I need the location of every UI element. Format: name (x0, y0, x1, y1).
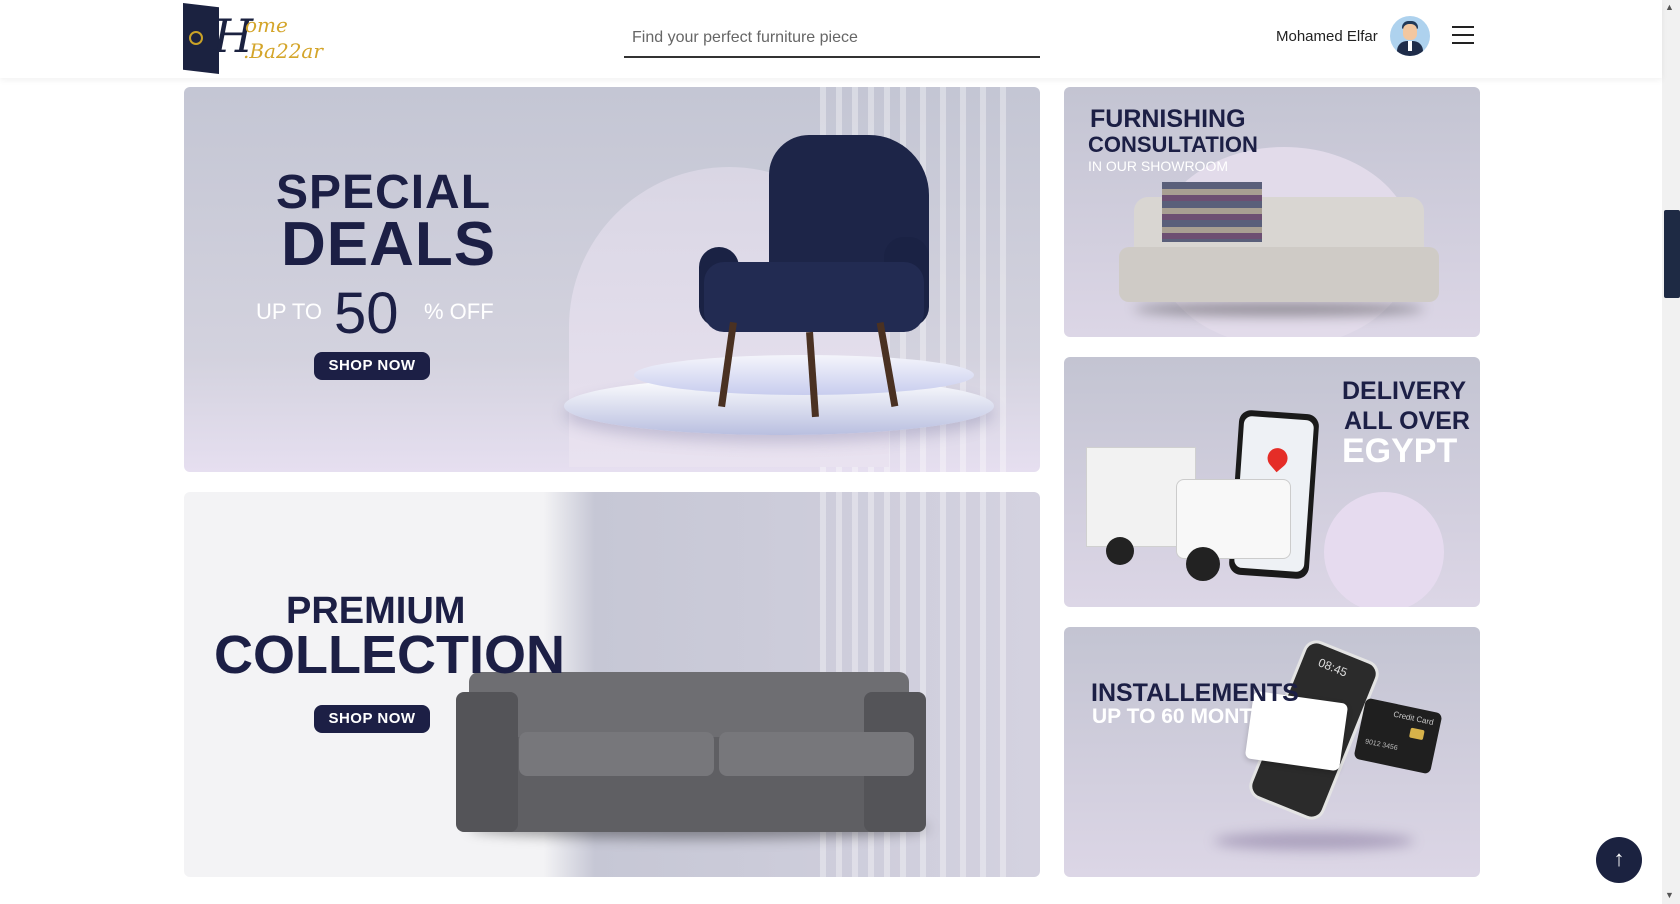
truck-wheel (1106, 537, 1134, 565)
avatar-head (1403, 24, 1417, 40)
credit-card: Credit Card 9012 3456 (1353, 697, 1443, 775)
delivery-title: DELIVERY (1342, 377, 1467, 405)
door-knob-icon (189, 31, 203, 45)
egypt-title: EGYPT (1342, 432, 1458, 470)
sofa-cushion (719, 732, 914, 776)
premium-shop-now-button[interactable]: SHOP NOW (314, 705, 430, 733)
phone-shadow (1214, 832, 1414, 850)
page-scrollbar[interactable]: ▲ ▼ (1662, 0, 1680, 904)
special-shop-now-button[interactable]: SHOP NOW (314, 352, 430, 380)
credit-card-label: Credit Card (1392, 709, 1435, 727)
phone-time: 08:45 (1316, 655, 1350, 680)
site-logo[interactable]: H ome .Ba22ar (183, 3, 333, 75)
special-deals-banner[interactable]: SPECIAL DEALS UP TO 50 % OFF SHOP NOW (184, 87, 1040, 472)
furnishing-consultation-banner[interactable]: FURNISHING CONSULTATION IN OUR SHOWROOM (1064, 87, 1480, 337)
furnishing-title: FURNISHING (1090, 105, 1246, 133)
avatar-tie (1408, 41, 1412, 51)
background-circle (1324, 492, 1444, 607)
discount-number: 50 (334, 281, 399, 346)
avatar[interactable] (1390, 16, 1430, 56)
installments-title: INSTALLEMENTS (1091, 679, 1299, 707)
pedestal-upper (634, 355, 974, 395)
hamburger-menu-icon[interactable] (1452, 26, 1474, 46)
arrow-up-icon: ↑ (1613, 846, 1625, 871)
percent-off-label: % OFF (424, 299, 494, 324)
installments-subtitle: UP TO 60 MONTHS (1092, 705, 1282, 728)
installments-banner[interactable]: 08:45 Credit Card 9012 3456 INSTALLEMENT… (1064, 627, 1480, 877)
sofa-shadow (1134, 302, 1424, 316)
scroll-to-top-button[interactable]: ↑ (1596, 837, 1642, 883)
scrollbar-thumb[interactable] (1664, 210, 1680, 298)
credit-card-number: 9012 3456 (1364, 738, 1399, 753)
light-sofa-base (1119, 247, 1439, 302)
site-header: H ome .Ba22ar Mohamed Elfar (0, 0, 1662, 78)
user-name[interactable]: Mohamed Elfar (1276, 28, 1378, 45)
consultation-title: CONSULTATION (1088, 132, 1258, 157)
deals-title: DEALS (281, 210, 497, 279)
sofa-cushion (519, 732, 714, 776)
scroll-up-arrow-icon[interactable]: ▲ (1665, 2, 1674, 12)
sofa-arm (456, 692, 518, 832)
logo-bazzar-text: .Ba22ar (243, 39, 323, 63)
collection-title: COLLECTION (214, 625, 565, 685)
showroom-subtitle: IN OUR SHOWROOM (1088, 158, 1228, 174)
scroll-down-arrow-icon[interactable]: ▼ (1665, 890, 1674, 900)
fabric-swatches (1162, 182, 1262, 242)
truck-cab (1176, 479, 1291, 559)
delivery-banner[interactable]: DELIVERY ALL OVER EGYPT (1064, 357, 1480, 607)
premium-collection-banner[interactable]: PREMIUM COLLECTION SHOP NOW (184, 492, 1040, 877)
armchair-seat (704, 262, 924, 332)
truck-wheel (1186, 547, 1220, 581)
search-input[interactable] (624, 20, 1040, 58)
up-to-label: UP TO (256, 299, 323, 324)
card-chip-icon (1408, 727, 1425, 741)
logo-home-text: ome (245, 13, 288, 37)
